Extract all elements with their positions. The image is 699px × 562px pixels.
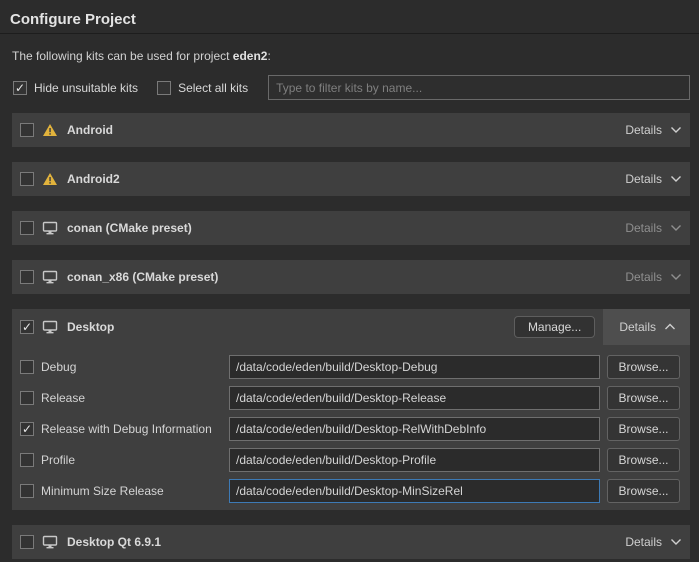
details-button-android[interactable]: Details xyxy=(617,113,690,147)
page-title: Configure Project xyxy=(0,0,699,33)
build-dir-input-profile[interactable] xyxy=(229,448,600,472)
details-label: Details xyxy=(619,320,656,334)
desktop-monitor-icon xyxy=(42,320,58,334)
config-row-release: Release Browse... xyxy=(12,382,690,413)
chevron-down-icon xyxy=(670,224,682,232)
desktop-monitor-icon xyxy=(42,221,58,235)
config-label: Profile xyxy=(41,453,229,467)
browse-button-debug[interactable]: Browse... xyxy=(607,355,680,379)
kits-description: The following kits can be used for proje… xyxy=(12,49,687,63)
details-label: Details xyxy=(625,221,662,235)
chevron-down-icon xyxy=(670,126,682,134)
config-checkbox-release[interactable] xyxy=(20,391,34,405)
config-row-profile: Profile Browse... xyxy=(12,444,690,475)
hide-unsuitable-kits-label[interactable]: Hide unsuitable kits xyxy=(34,81,138,95)
select-all-kits-group[interactable]: Select all kits xyxy=(157,81,248,95)
details-button-conan[interactable]: Details xyxy=(617,211,690,245)
hide-unsuitable-kits-group[interactable]: Hide unsuitable kits xyxy=(13,81,138,95)
kit-row-android2: Android2 Details xyxy=(12,162,690,196)
kit-panel-desktop: Desktop Manage... Details Debug Browse..… xyxy=(12,309,690,510)
kit-filter-input[interactable] xyxy=(268,75,690,100)
kit-list: Android Details Android2 Details conan (… xyxy=(12,113,690,559)
kit-checkbox-desktop-qt[interactable] xyxy=(20,535,34,549)
config-label: Release with Debug Information xyxy=(41,422,229,436)
kit-checkbox-android2[interactable] xyxy=(20,172,34,186)
build-dir-input-debug[interactable] xyxy=(229,355,600,379)
details-button-desktop-qt[interactable]: Details xyxy=(617,525,690,559)
chevron-down-icon xyxy=(670,273,682,281)
chevron-down-icon xyxy=(670,538,682,546)
config-checkbox-relwithdebinfo[interactable] xyxy=(20,422,34,436)
config-checkbox-minsizerel[interactable] xyxy=(20,484,34,498)
desktop-monitor-icon xyxy=(42,535,58,549)
config-label: Release xyxy=(41,391,229,405)
build-dir-input-relwithdebinfo[interactable] xyxy=(229,417,600,441)
details-button-android2[interactable]: Details xyxy=(617,162,690,196)
config-label: Minimum Size Release xyxy=(41,484,229,498)
kit-name: Android xyxy=(67,123,113,137)
kit-row-desktop-qt: Desktop Qt 6.9.1 Details xyxy=(12,525,690,559)
kit-row-conan-x86: conan_x86 (CMake preset) Details xyxy=(12,260,690,294)
kit-name: conan_x86 (CMake preset) xyxy=(67,270,218,284)
details-label: Details xyxy=(625,270,662,284)
kit-name: Desktop Qt 6.9.1 xyxy=(67,535,161,549)
details-button-conan-x86[interactable]: Details xyxy=(617,260,690,294)
kit-row-android: Android Details xyxy=(12,113,690,147)
select-all-kits-label[interactable]: Select all kits xyxy=(178,81,248,95)
details-label: Details xyxy=(625,172,662,186)
config-label: Debug xyxy=(41,360,229,374)
kit-name: Desktop xyxy=(67,320,114,334)
select-all-kits-checkbox[interactable] xyxy=(157,81,171,95)
title-separator xyxy=(0,33,699,34)
details-button-desktop[interactable]: Details xyxy=(603,309,690,345)
kit-checkbox-conan-x86[interactable] xyxy=(20,270,34,284)
details-label: Details xyxy=(625,123,662,137)
manage-kits-button[interactable]: Manage... xyxy=(514,316,595,338)
chevron-down-icon xyxy=(670,175,682,183)
build-config-list: Debug Browse... Release Browse... Releas… xyxy=(12,345,690,506)
browse-button-profile[interactable]: Browse... xyxy=(607,448,680,472)
kit-name: conan (CMake preset) xyxy=(67,221,192,235)
kit-checkbox-desktop[interactable] xyxy=(20,320,34,334)
subtitle-colon: : xyxy=(267,49,270,63)
build-dir-input-release[interactable] xyxy=(229,386,600,410)
browse-button-minsizerel[interactable]: Browse... xyxy=(607,479,680,503)
config-row-debug: Debug Browse... xyxy=(12,351,690,382)
config-row-minsizerel: Minimum Size Release Browse... xyxy=(12,475,690,506)
config-row-relwithdebinfo: Release with Debug Information Browse... xyxy=(12,413,690,444)
project-name: eden2 xyxy=(233,49,268,63)
warning-icon xyxy=(42,123,58,137)
kit-name: Android2 xyxy=(67,172,120,186)
config-checkbox-debug[interactable] xyxy=(20,360,34,374)
config-checkbox-profile[interactable] xyxy=(20,453,34,467)
kit-filter-toolbar: Hide unsuitable kits Select all kits xyxy=(13,75,690,100)
warning-icon xyxy=(42,172,58,186)
kit-row-conan: conan (CMake preset) Details xyxy=(12,211,690,245)
kit-checkbox-android[interactable] xyxy=(20,123,34,137)
details-label: Details xyxy=(625,535,662,549)
subtitle-text: The following kits can be used for proje… xyxy=(12,49,233,63)
desktop-monitor-icon xyxy=(42,270,58,284)
chevron-up-icon xyxy=(664,323,676,331)
kit-checkbox-conan[interactable] xyxy=(20,221,34,235)
build-dir-input-minsizerel[interactable] xyxy=(229,479,600,503)
browse-button-release[interactable]: Browse... xyxy=(607,386,680,410)
kit-row-desktop: Desktop Manage... Details xyxy=(12,309,690,345)
browse-button-relwithdebinfo[interactable]: Browse... xyxy=(607,417,680,441)
hide-unsuitable-kits-checkbox[interactable] xyxy=(13,81,27,95)
